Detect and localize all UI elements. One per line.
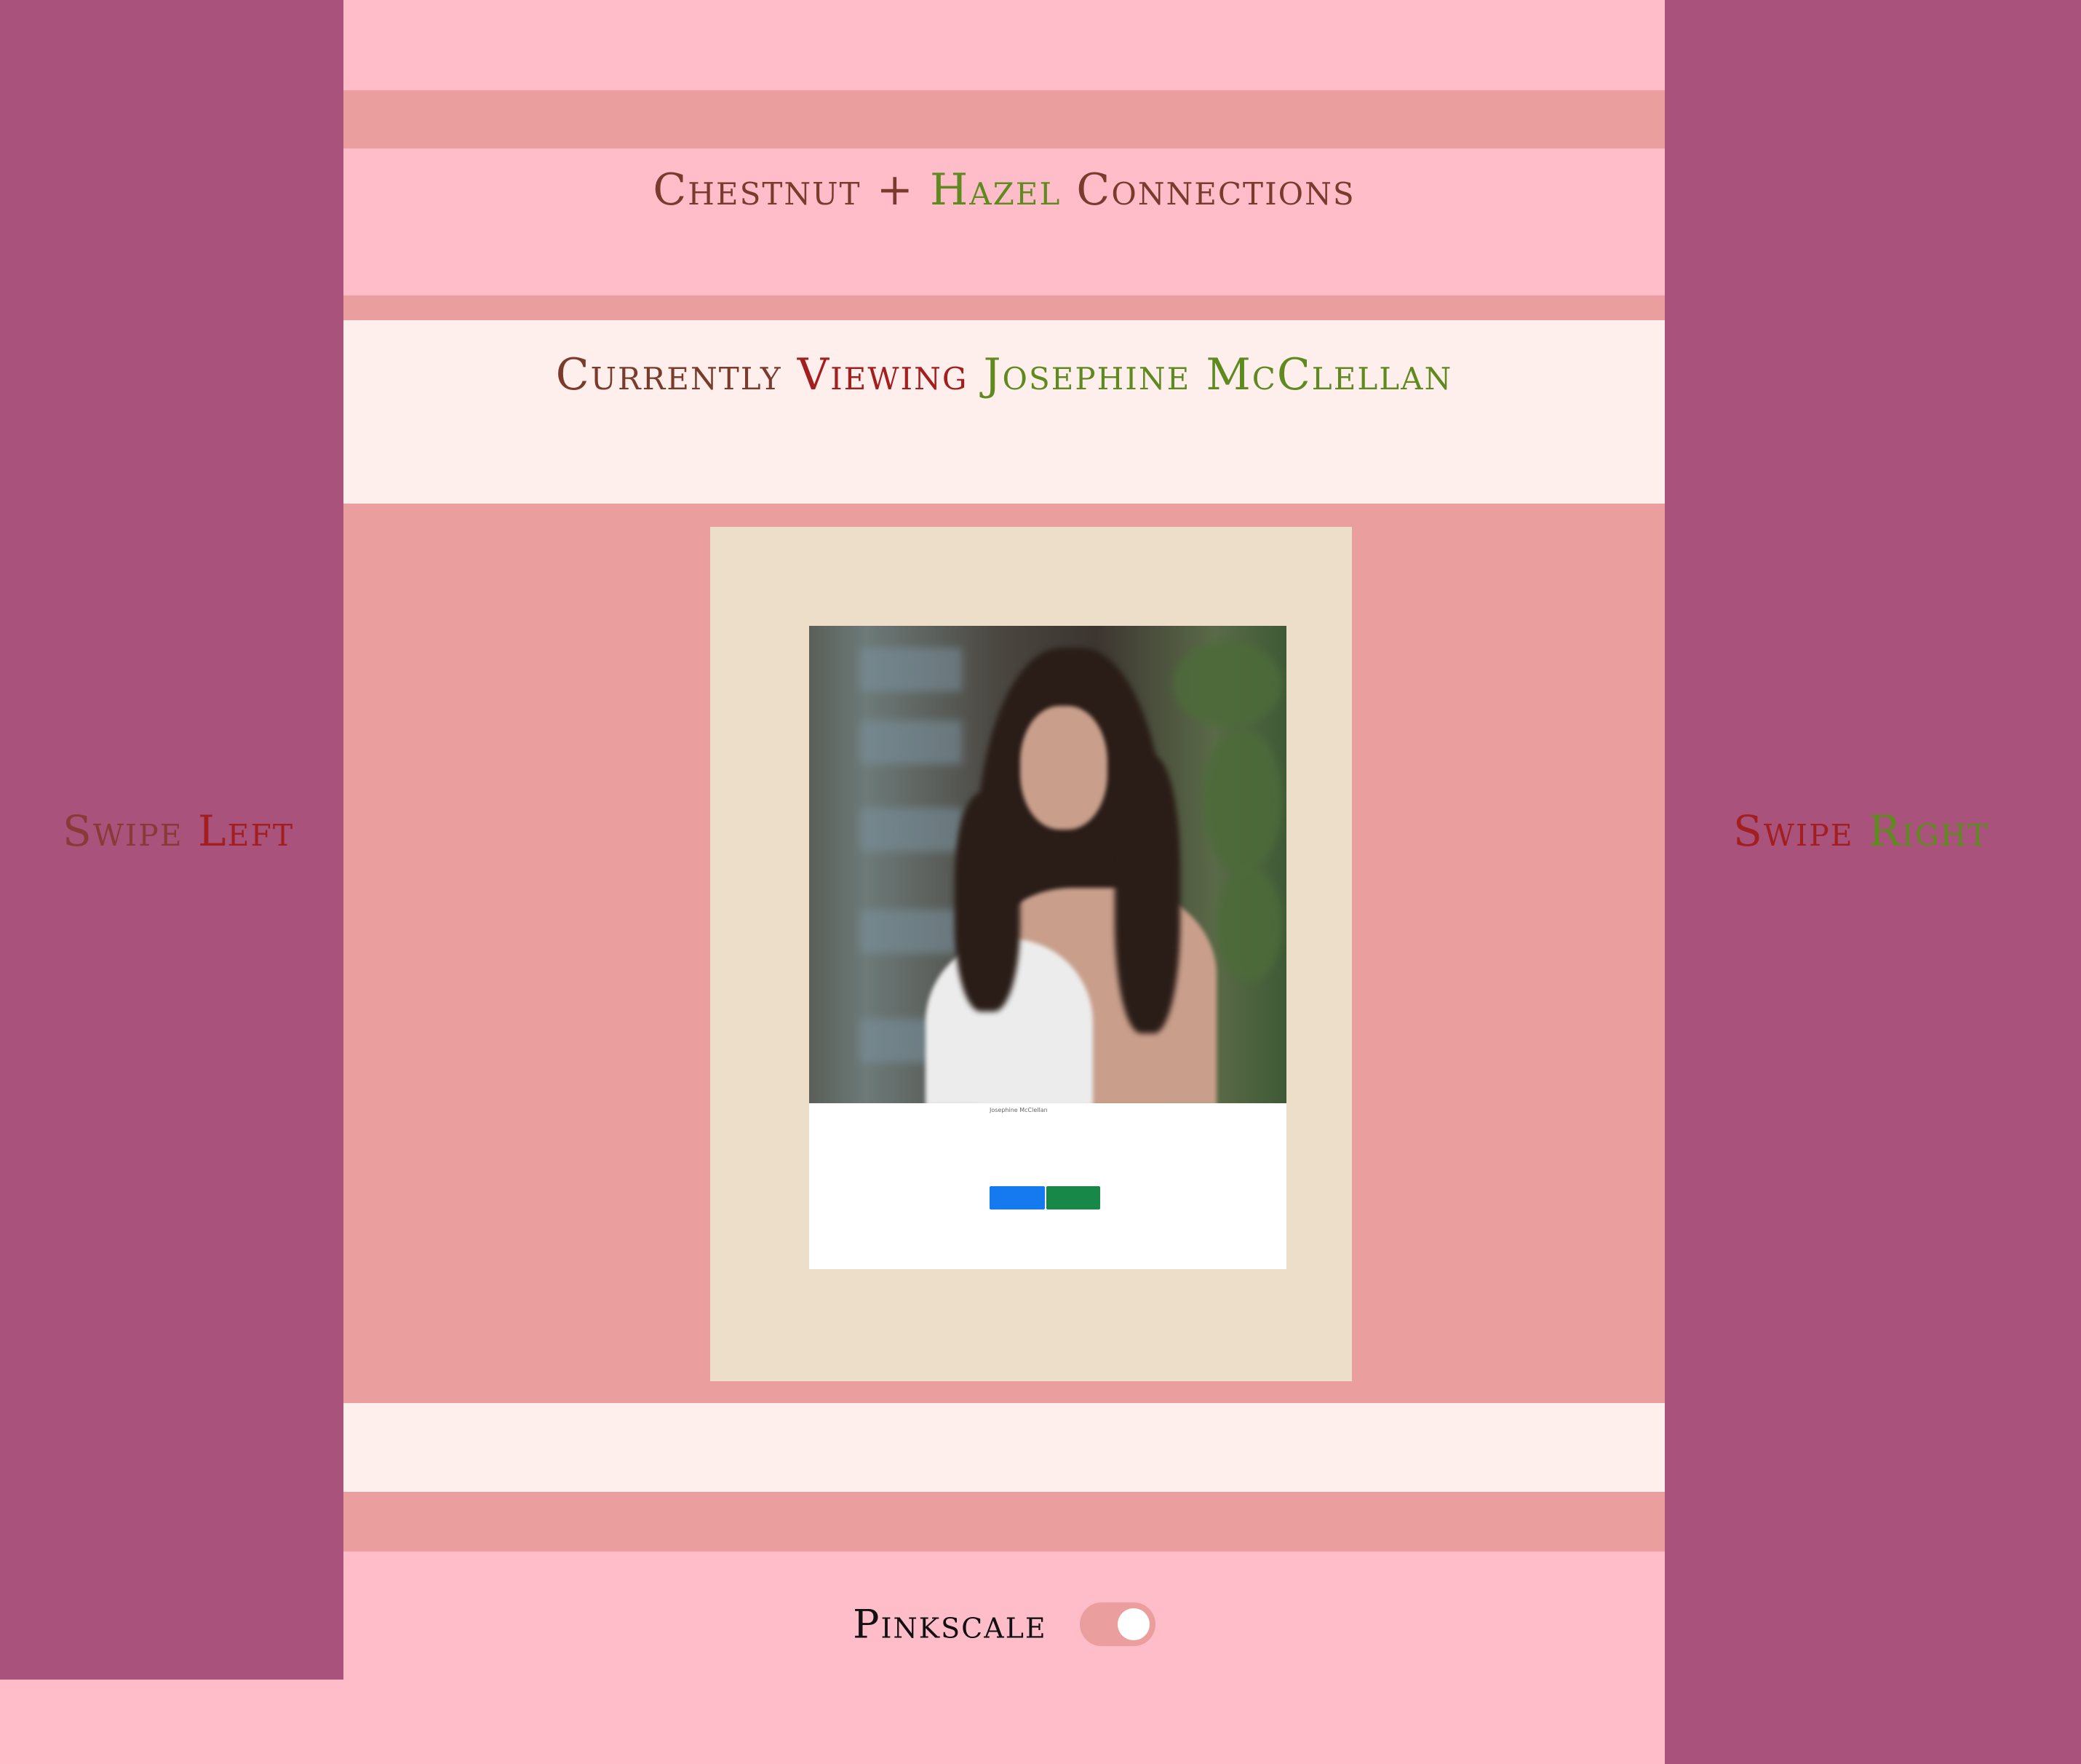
card-reject-button[interactable]	[990, 1186, 1045, 1209]
swipe-left-direction: Left	[198, 806, 295, 856]
title-part-connections: Connections	[1076, 164, 1356, 215]
stripe-divider	[343, 295, 1665, 320]
app-title: Chestnut + Hazel Connections	[343, 164, 1665, 215]
currently-viewing-heading: Currently Viewing Josephine McClellan	[343, 349, 1665, 400]
top-band	[343, 0, 1665, 90]
pinkscale-label: Pinkscale	[853, 1601, 1047, 1648]
swipe-left-button[interactable]: Swipe Left	[63, 806, 294, 856]
stripe-divider	[343, 90, 1665, 148]
swipe-right-word: Swipe	[1733, 806, 1854, 856]
right-side-panel	[1665, 0, 2081, 1764]
footer-band	[343, 1552, 1665, 1764]
card-accept-button[interactable]	[1046, 1186, 1100, 1209]
profile-card-actions	[990, 1186, 1100, 1209]
viewing-name: Josephine McClellan	[983, 349, 1453, 400]
title-part-hazel: Hazel	[929, 164, 1062, 215]
swipe-left-word: Swipe	[63, 806, 183, 856]
profile-card-frame: Josephine McClellan	[710, 527, 1352, 1381]
blank-band	[343, 1403, 1665, 1492]
profile-photo	[809, 626, 1286, 1103]
swipe-right-button[interactable]: Swipe Right	[1733, 806, 1989, 856]
profile-details: Josephine McClellan	[990, 1106, 1266, 1117]
toggle-knob	[1117, 1608, 1150, 1640]
title-part-chestnut: Chestnut +	[653, 164, 915, 215]
viewing-band	[343, 320, 1665, 504]
pinkscale-toggle[interactable]	[1079, 1602, 1155, 1646]
pinkscale-toggle-row: Pinkscale	[343, 1598, 1665, 1648]
stripe-divider	[343, 1492, 1665, 1552]
profile-name: Josephine McClellan	[990, 1107, 1048, 1113]
left-side-panel: Swipe Left	[0, 0, 343, 1680]
profile-card: Josephine McClellan	[809, 626, 1286, 1269]
viewing-verb: Viewing	[797, 349, 968, 400]
swipe-right-direction: Right	[1869, 806, 1989, 856]
viewing-prefix: Currently	[555, 349, 782, 400]
main-column: Chestnut + Hazel Connections Currently V…	[343, 0, 1665, 1764]
